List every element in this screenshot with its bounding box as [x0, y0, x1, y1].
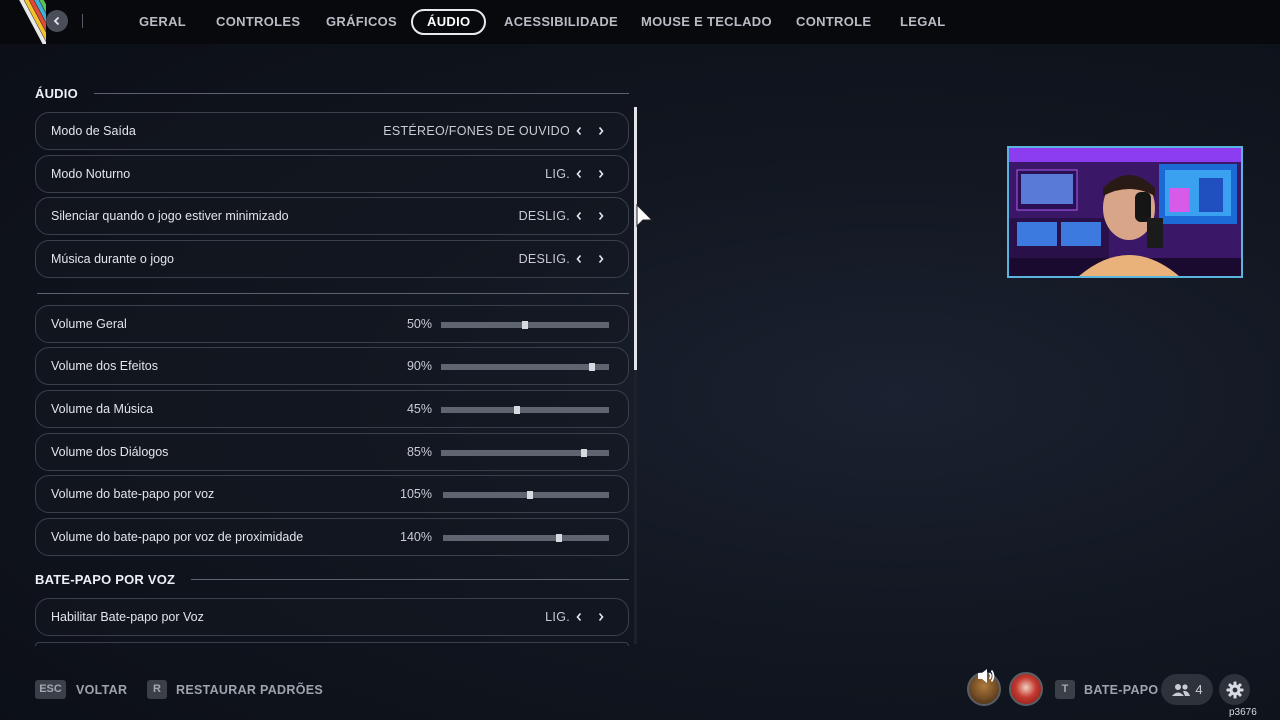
slider-row-volume-geral[interactable]: Volume Geral 50%: [35, 305, 629, 343]
slider-knob[interactable]: [513, 406, 520, 414]
section-divider: [191, 578, 629, 580]
section-title: BATE-PAPO POR VOZ: [35, 571, 176, 587]
volume-slider[interactable]: [443, 534, 609, 542]
slider-row-volume-bate-papo[interactable]: Volume do bate-papo por voz 105%: [35, 475, 629, 513]
restore-defaults-button[interactable]: RESTAURAR PADRÕES: [176, 683, 323, 697]
slider-value: 50%: [406, 317, 432, 331]
watermark-text: p3676: [1229, 707, 1257, 718]
chevron-right-icon[interactable]: [594, 252, 608, 266]
tab-mouse-e-teclado[interactable]: MOUSE E TECLADO: [641, 9, 772, 35]
chevron-right-icon[interactable]: [594, 610, 608, 624]
logo-stripes: [0, 0, 46, 44]
chevron-left-icon[interactable]: [572, 167, 586, 181]
slider-value: 140%: [400, 530, 432, 544]
volume-slider[interactable]: [441, 449, 609, 457]
setting-value: LIG.: [545, 610, 570, 624]
scrollbar-thumb[interactable]: [634, 107, 637, 370]
slider-value: 105%: [400, 487, 432, 501]
tab-legal[interactable]: LEGAL: [900, 9, 946, 35]
back-button[interactable]: VOLTAR: [76, 683, 127, 697]
slider-knob[interactable]: [522, 321, 528, 329]
t-key-hint: T: [1055, 680, 1075, 699]
slider-row-volume-proximidade[interactable]: Volume do bate-papo por voz de proximida…: [35, 518, 629, 556]
friends-count: 4: [1195, 682, 1203, 697]
setting-value: DESLIG.: [518, 252, 570, 266]
setting-value: DESLIG.: [518, 209, 570, 223]
setting-value: ESTÉREO/FONES DE OUVIDO: [383, 124, 570, 138]
volume-slider[interactable]: [441, 363, 609, 371]
chevron-right-icon[interactable]: [594, 167, 608, 181]
slider-knob[interactable]: [556, 534, 563, 542]
section-header-bate-papo: BATE-PAPO POR VOZ: [35, 570, 629, 588]
chevron-right-icon[interactable]: [594, 124, 608, 138]
setting-row-musica-durante-jogo[interactable]: Música durante o jogo DESLIG.: [35, 240, 629, 278]
speaker-icon: [978, 669, 995, 683]
tab-acessibilidade[interactable]: ACESSIBILIDADE: [504, 9, 618, 35]
tab-geral[interactable]: GERAL: [139, 9, 186, 35]
slider-knob[interactable]: [527, 491, 534, 499]
avatar[interactable]: [1009, 672, 1043, 706]
group-divider: [37, 293, 629, 294]
setting-label: Volume do bate-papo por voz de proximida…: [51, 530, 304, 544]
section-header-audio: ÁUDIO: [35, 84, 629, 102]
section-title: ÁUDIO: [35, 85, 78, 101]
volume-slider[interactable]: [443, 491, 609, 499]
setting-row-silenciar-minimizado[interactable]: Silenciar quando o jogo estiver minimiza…: [35, 197, 629, 235]
chevron-left-icon[interactable]: [572, 124, 586, 138]
chevron-right-icon[interactable]: [594, 209, 608, 223]
slider-value: 85%: [406, 445, 432, 459]
setting-label: Volume da Música: [51, 402, 154, 416]
tab-graficos[interactable]: GRÁFICOS: [326, 9, 397, 35]
volume-slider[interactable]: [441, 406, 609, 414]
setting-label: Música durante o jogo: [51, 252, 174, 266]
setting-row-habilitar-bate-papo[interactable]: Habilitar Bate-papo por Voz LIG.: [35, 598, 629, 636]
setting-label: Volume Geral: [51, 317, 127, 331]
webcam-overlay: [1007, 146, 1243, 278]
tab-controles[interactable]: CONTROLES: [216, 9, 300, 35]
section-divider: [93, 92, 629, 94]
slider-row-volume-dialogos[interactable]: Volume dos Diálogos 85%: [35, 433, 629, 471]
setting-label: Volume dos Diálogos: [51, 445, 169, 459]
slider-knob[interactable]: [589, 363, 596, 371]
slider-value: 45%: [406, 402, 432, 416]
setting-label: Modo Noturno: [51, 167, 131, 181]
setting-label: Silenciar quando o jogo estiver minimiza…: [51, 209, 289, 223]
setting-row-modo-de-saida[interactable]: Modo de Saída ESTÉREO/FONES DE OUVIDO: [35, 112, 629, 150]
webcam-image: [1009, 148, 1241, 276]
chat-button[interactable]: BATE-PAPO: [1084, 683, 1158, 697]
friends-button[interactable]: 4: [1161, 674, 1213, 705]
setting-value: LIG.: [545, 167, 570, 181]
setting-label: Volume dos Efeitos: [51, 359, 159, 373]
tab-controle[interactable]: CONTROLE: [796, 9, 871, 35]
slider-row-volume-efeitos[interactable]: Volume dos Efeitos 90%: [35, 347, 629, 385]
setting-label: Volume do bate-papo por voz: [51, 487, 215, 501]
setting-row-modo-noturno[interactable]: Modo Noturno LIG.: [35, 155, 629, 193]
r-key-hint: R: [147, 680, 167, 699]
volume-slider[interactable]: [441, 321, 609, 329]
chevron-left-icon[interactable]: [572, 252, 586, 266]
gear-icon: [1226, 681, 1243, 698]
slider-row-volume-musica[interactable]: Volume da Música 45%: [35, 390, 629, 428]
back-arrow-icon: [53, 16, 60, 26]
chevron-left-icon[interactable]: [572, 209, 586, 223]
esc-key-hint: ESC: [35, 680, 66, 699]
settings-button[interactable]: [1219, 674, 1250, 705]
setting-label: Habilitar Bate-papo por Voz: [51, 610, 204, 624]
setting-row-partial[interactable]: [35, 642, 629, 646]
slider-knob[interactable]: [580, 449, 587, 457]
back-button[interactable]: [46, 10, 68, 32]
setting-label: Modo de Saída: [51, 124, 136, 138]
tab-audio[interactable]: ÁUDIO: [411, 9, 487, 35]
slider-value: 90%: [406, 359, 432, 373]
nav-separator: [82, 14, 83, 28]
top-nav-bar: GERAL CONTROLES GRÁFICOS ÁUDIO ACESSIBIL…: [0, 0, 1280, 44]
friends-icon: [1172, 683, 1191, 696]
mouse-cursor-icon: [636, 204, 654, 228]
chevron-left-icon[interactable]: [572, 610, 586, 624]
